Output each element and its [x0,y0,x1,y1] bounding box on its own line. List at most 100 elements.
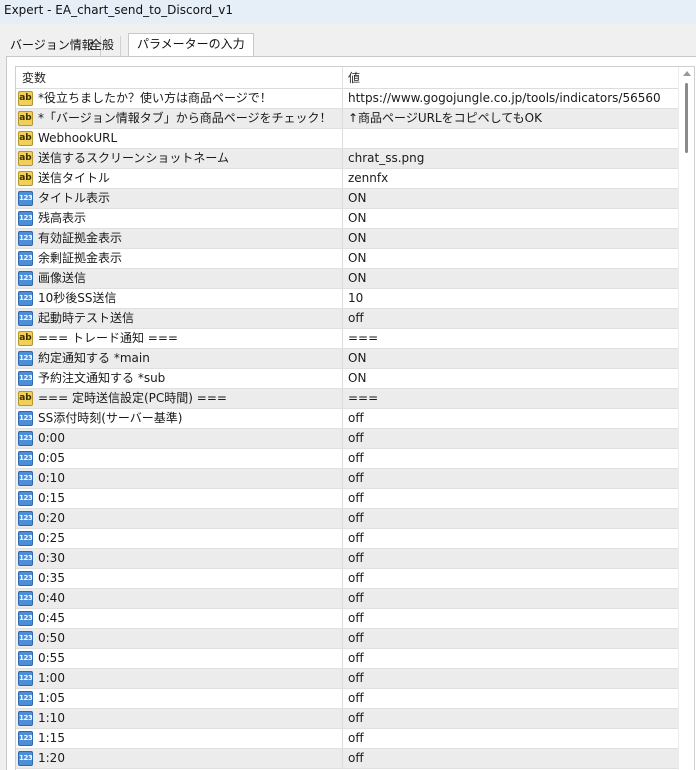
parameter-name: 予約注文通知する *sub [38,371,166,385]
table-row[interactable]: ab 送信タイトル zennfx [16,169,678,189]
parameter-value[interactable]: off [348,609,676,628]
parameter-value[interactable]: off [348,729,676,748]
parameter-value[interactable]: off [348,649,676,668]
table-row[interactable]: 123 0:55 off [16,649,678,669]
tab-input-parameters[interactable]: パラメーターの入力 [128,33,254,57]
scroll-up-icon[interactable] [683,71,691,76]
table-row[interactable]: 123 0:50 off [16,629,678,649]
cell-divider [342,89,343,108]
parameter-value[interactable]: ON [348,229,676,248]
parameter-value[interactable]: ON [348,269,676,288]
parameter-name: 1:00 [38,671,65,685]
table-row[interactable]: 123 有効証拠金表示 ON [16,229,678,249]
parameter-name: 0:00 [38,431,65,445]
table-row[interactable]: 123 0:30 off [16,549,678,569]
table-row[interactable]: 123 余剰証拠金表示 ON [16,249,678,269]
cell-divider [342,429,343,448]
cell-divider [342,729,343,748]
parameter-value[interactable]: ON [348,209,676,228]
table-row[interactable]: 123 残高表示 ON [16,209,678,229]
cell-divider [342,529,343,548]
parameter-value[interactable]: off [348,429,676,448]
table-row[interactable]: 123 10秒後SS送信 10 [16,289,678,309]
string-icon: ab [18,391,33,406]
table-row[interactable]: 123 0:45 off [16,609,678,629]
table-row[interactable]: 123 SS添付時刻(サーバー基準) off [16,409,678,429]
parameter-name: 10秒後SS送信 [38,291,117,305]
table-row[interactable]: 123 1:00 off [16,669,678,689]
parameter-value[interactable]: 10 [348,289,676,308]
string-icon: ab [18,131,33,146]
table-row[interactable]: 123 起動時テスト送信 off [16,309,678,329]
column-header-variable[interactable]: 変数 [22,67,46,89]
parameter-value[interactable]: off [348,669,676,688]
cell-divider [342,589,343,608]
parameter-value[interactable]: ON [348,249,676,268]
number-icon: 123 [18,731,33,746]
cell-divider [342,409,343,428]
vertical-scrollbar[interactable] [678,67,694,770]
table-row[interactable]: ab *「バージョン情報タブ」から商品ページをチェック！ ↑商品ページURLをコピペ… [16,109,678,129]
table-row[interactable]: ab *役立ちましたか？使い方は商品ページで！ https://www.gogoju… [16,89,678,109]
column-header-value[interactable]: 値 [348,67,360,89]
scrollbar-thumb[interactable] [685,83,688,153]
parameter-name: 0:10 [38,471,65,485]
parameter-value[interactable]: === [348,329,676,348]
table-row[interactable]: 123 画像送信 ON [16,269,678,289]
table-row[interactable]: 123 0:20 off [16,509,678,529]
parameter-value[interactable]: ON [348,369,676,388]
table-row[interactable]: 123 0:10 off [16,469,678,489]
parameter-value[interactable]: https://www.gogojungle.co.jp/tools/indic… [348,89,676,108]
parameter-value[interactable]: ON [348,189,676,208]
parameter-value[interactable]: ↑商品ページURLをコピペしてもOK [348,109,676,128]
parameter-name: 1:10 [38,711,65,725]
tab-general[interactable]: 全般 [84,36,122,56]
parameter-name: 送信タイトル [38,171,111,185]
table-row[interactable]: 123 0:35 off [16,569,678,589]
column-divider[interactable] [342,67,343,89]
parameter-value[interactable]: off [348,449,676,468]
parameter-value[interactable]: off [348,709,676,728]
number-icon: 123 [18,471,33,486]
table-row[interactable]: 123 1:05 off [16,689,678,709]
string-icon: ab [18,91,33,106]
cell-divider [342,549,343,568]
table-row[interactable]: 123 1:20 off [16,749,678,769]
parameter-name: 0:50 [38,631,65,645]
cell-divider [342,629,343,648]
parameter-value[interactable]: off [348,749,676,768]
table-row[interactable]: 123 予約注文通知する *sub ON [16,369,678,389]
number-icon: 123 [18,631,33,646]
parameter-value[interactable]: off [348,629,676,648]
table-row[interactable]: 123 0:25 off [16,529,678,549]
table-row[interactable]: 123 0:00 off [16,429,678,449]
parameter-name: WebhookURL [38,131,118,145]
number-icon: 123 [18,691,33,706]
table-row[interactable]: 123 タイトル表示 ON [16,189,678,209]
parameter-value[interactable]: off [348,529,676,548]
parameter-value[interactable]: off [348,689,676,708]
table-row[interactable]: ab === トレード通知 === === [16,329,678,349]
table-row[interactable]: 123 約定通知する *main ON [16,349,678,369]
table-row[interactable]: 123 0:05 off [16,449,678,469]
parameter-value[interactable]: off [348,409,676,428]
parameter-value[interactable]: ON [348,349,676,368]
parameter-value[interactable]: off [348,509,676,528]
table-row[interactable]: ab === 定時送信設定(PC時間) === === [16,389,678,409]
parameter-value[interactable]: off [348,549,676,568]
parameter-value[interactable]: off [348,589,676,608]
table-row[interactable]: 123 1:10 off [16,709,678,729]
table-row[interactable]: ab 送信するスクリーンショットネーム chrat_ss.png [16,149,678,169]
table-row[interactable]: 123 0:40 off [16,589,678,609]
table-row[interactable]: 123 0:15 off [16,489,678,509]
table-row[interactable]: ab WebhookURL [16,129,678,149]
number-icon: 123 [18,591,33,606]
parameter-value[interactable]: chrat_ss.png [348,149,676,168]
parameter-value[interactable]: off [348,309,676,328]
parameter-value[interactable]: off [348,569,676,588]
parameter-value[interactable]: === [348,389,676,408]
table-row[interactable]: 123 1:15 off [16,729,678,749]
parameter-value[interactable]: zennfx [348,169,676,188]
parameter-value[interactable]: off [348,489,676,508]
parameter-value[interactable]: off [348,469,676,488]
